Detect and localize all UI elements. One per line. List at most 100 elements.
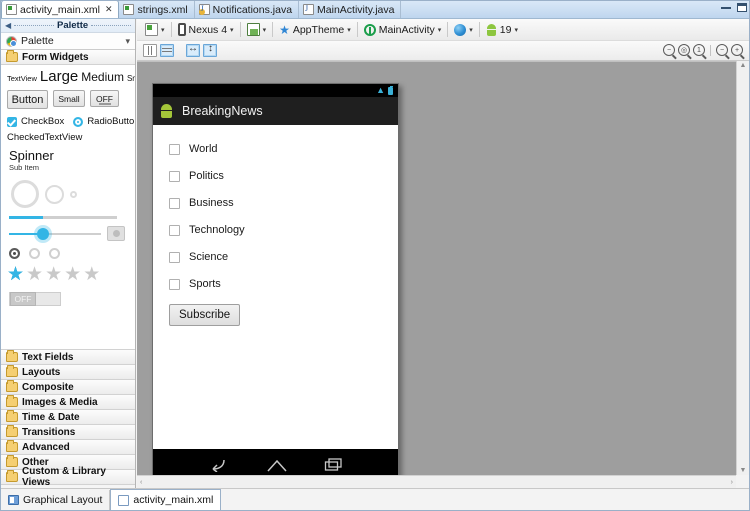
tab-activity-main-xml-source[interactable]: activity_main.xml <box>110 489 222 510</box>
editor-tab-strings-xml[interactable]: strings.xml <box>119 1 195 18</box>
design-canvas[interactable]: ▲ BreakingNews World Politics Business T… <box>137 61 736 475</box>
checkbox-icon[interactable] <box>169 278 180 290</box>
config-chooser-button[interactable]: ▾ <box>141 20 169 40</box>
scroll-up-icon[interactable]: ▲ <box>737 61 749 70</box>
api-level-selector[interactable]: 19 ▾ <box>482 20 522 40</box>
restore-icon[interactable] <box>737 3 747 12</box>
checkbox-icon[interactable] <box>169 143 180 155</box>
palette-item-ratingbar[interactable]: ★ ★ ★ ★ ★ <box>1 259 135 284</box>
preview-checkbox-science[interactable]: Science <box>169 247 398 267</box>
theme-selector[interactable]: ★ AppTheme ▾ <box>275 20 355 40</box>
palette-category-images-media[interactable]: Images & Media <box>1 395 135 410</box>
palette-category-transitions[interactable]: Transitions <box>1 425 135 440</box>
device-preview[interactable]: ▲ BreakingNews World Politics Business T… <box>152 83 399 475</box>
toolbar-separator <box>447 22 449 37</box>
palette-item-switch[interactable]: OFF <box>9 292 61 306</box>
zoom-plus-icon[interactable]: + <box>731 44 743 56</box>
zoom-100-icon[interactable]: 1 <box>693 44 705 56</box>
nav-back-icon[interactable] <box>208 457 230 475</box>
palette-item-small-button[interactable]: Small <box>53 90 85 107</box>
minimize-icon[interactable] <box>721 6 731 9</box>
chevron-down-icon[interactable]: ▾ <box>469 26 473 34</box>
device-selector[interactable]: Nexus 4 ▾ <box>174 20 238 40</box>
preview-checkbox-technology[interactable]: Technology <box>169 220 398 240</box>
globe-icon <box>454 23 467 36</box>
palette-item-checkedtextview[interactable]: CheckedTextView <box>1 129 135 145</box>
nav-recents-icon[interactable] <box>324 457 344 475</box>
palette-item-checkbox[interactable]: CheckBox <box>21 116 64 127</box>
chevron-down-icon[interactable]: ▾ <box>125 36 130 47</box>
scroll-down-icon[interactable]: ▼ <box>737 466 749 475</box>
theme-star-icon: ★ <box>279 22 290 37</box>
checkbox-icon[interactable] <box>169 251 180 263</box>
chevron-down-icon[interactable]: ▾ <box>438 26 442 34</box>
close-icon[interactable]: ✕ <box>105 4 113 15</box>
chevron-down-icon[interactable]: ▾ <box>263 26 267 34</box>
checkbox-icon[interactable] <box>169 170 180 182</box>
palette-category-layouts[interactable]: Layouts <box>1 365 135 380</box>
palette-item-small-text[interactable]: Small <box>127 74 135 83</box>
palette-radiogroup-row[interactable] <box>1 241 135 259</box>
zoom-out-icon[interactable]: − <box>663 44 675 56</box>
star-filled-icon: ★ <box>7 264 25 285</box>
locale-selector[interactable]: ▾ <box>450 20 477 40</box>
collapse-left-icon[interactable]: ◀ <box>5 21 11 30</box>
palette-category-time-date[interactable]: Time & Date <box>1 410 135 425</box>
preview-checkbox-politics[interactable]: Politics <box>169 166 398 186</box>
palette-item-large-text[interactable]: Large <box>40 68 78 85</box>
chevron-down-icon[interactable]: ▾ <box>514 26 518 34</box>
checkbox-icon[interactable] <box>169 224 180 236</box>
columns-layout-icon[interactable] <box>143 44 157 57</box>
java-file-icon <box>303 4 315 15</box>
fit-width-icon[interactable] <box>186 43 200 57</box>
chevron-down-icon[interactable]: ▾ <box>161 26 165 34</box>
scroll-right-icon[interactable]: › <box>728 478 736 487</box>
folder-icon <box>6 425 18 437</box>
chevron-down-icon[interactable]: ▾ <box>347 26 351 34</box>
palette-item-seekbar[interactable] <box>9 227 101 240</box>
palette-item-spinner[interactable]: Spinner Sub Item <box>1 145 135 173</box>
toolbar-separator <box>356 22 358 37</box>
zoom-minus-icon[interactable]: − <box>716 44 728 56</box>
folder-icon <box>6 365 18 377</box>
tab-graphical-layout[interactable]: Graphical Layout <box>1 489 111 510</box>
palette-item-medium-text[interactable]: Medium <box>81 70 124 84</box>
palette-item-button[interactable]: Button <box>7 90 48 109</box>
preview-checkbox-sports[interactable]: Sports <box>169 274 398 294</box>
toolbar-separator <box>272 22 274 37</box>
editor-tab-activity-main-xml[interactable]: activity_main.xml ✕ <box>1 1 120 18</box>
palette-item-toggle-button[interactable]: OFF <box>90 90 119 107</box>
chevron-down-icon[interactable]: ▾ <box>230 26 234 34</box>
canvas-horizontal-scrollbar[interactable]: ‹ › <box>137 475 736 488</box>
editor-tab-label: activity_main.xml <box>20 3 100 16</box>
nav-home-icon[interactable] <box>266 458 288 475</box>
editor-tab-notifications-java[interactable]: Notifications.java <box>195 1 300 18</box>
palette-header[interactable]: Palette ▾ <box>1 33 135 50</box>
fit-height-icon[interactable] <box>203 43 217 57</box>
eclipse-adt-window: activity_main.xml ✕ strings.xml Notifica… <box>0 0 750 511</box>
palette-category-label: Layouts <box>22 366 61 378</box>
zoom-fit-icon[interactable]: ◎ <box>678 44 690 56</box>
palette-category-text-fields[interactable]: Text Fields <box>1 350 135 365</box>
palette-item-textview[interactable]: TextView <box>7 74 37 83</box>
palette-item-progressbar-horizontal[interactable] <box>1 212 135 219</box>
checkbox-icon[interactable] <box>169 197 180 209</box>
scroll-left-icon[interactable]: ‹ <box>137 478 145 487</box>
palette-category-composite[interactable]: Composite <box>1 380 135 395</box>
orientation-selector[interactable]: ▾ <box>243 20 271 40</box>
activity-selector[interactable]: MainActivity ▾ <box>360 20 446 40</box>
rows-layout-icon[interactable] <box>160 44 174 57</box>
palette-item-radiobutton[interactable]: RadioButton <box>87 116 135 127</box>
editor-tab-mainactivity-java[interactable]: MainActivity.java <box>299 1 402 18</box>
palette-group-form-widgets[interactable]: Form Widgets <box>1 50 135 65</box>
preview-checkbox-world[interactable]: World <box>169 139 398 159</box>
palette-progressbar-circular-row[interactable] <box>1 172 135 212</box>
canvas-vertical-scrollbar[interactable]: ▲ ▼ <box>736 61 749 475</box>
subscribe-button[interactable]: Subscribe <box>169 304 241 326</box>
palette-category-custom-library-views[interactable]: Custom & Library Views <box>1 466 135 488</box>
palette-item-quickcontactbadge[interactable] <box>107 226 125 241</box>
palette-category-label: Composite <box>22 381 74 393</box>
preview-checkbox-business[interactable]: Business <box>169 193 398 213</box>
palette-category-advanced[interactable]: Advanced <box>1 440 135 455</box>
star-empty-icon: ★ <box>83 264 101 285</box>
